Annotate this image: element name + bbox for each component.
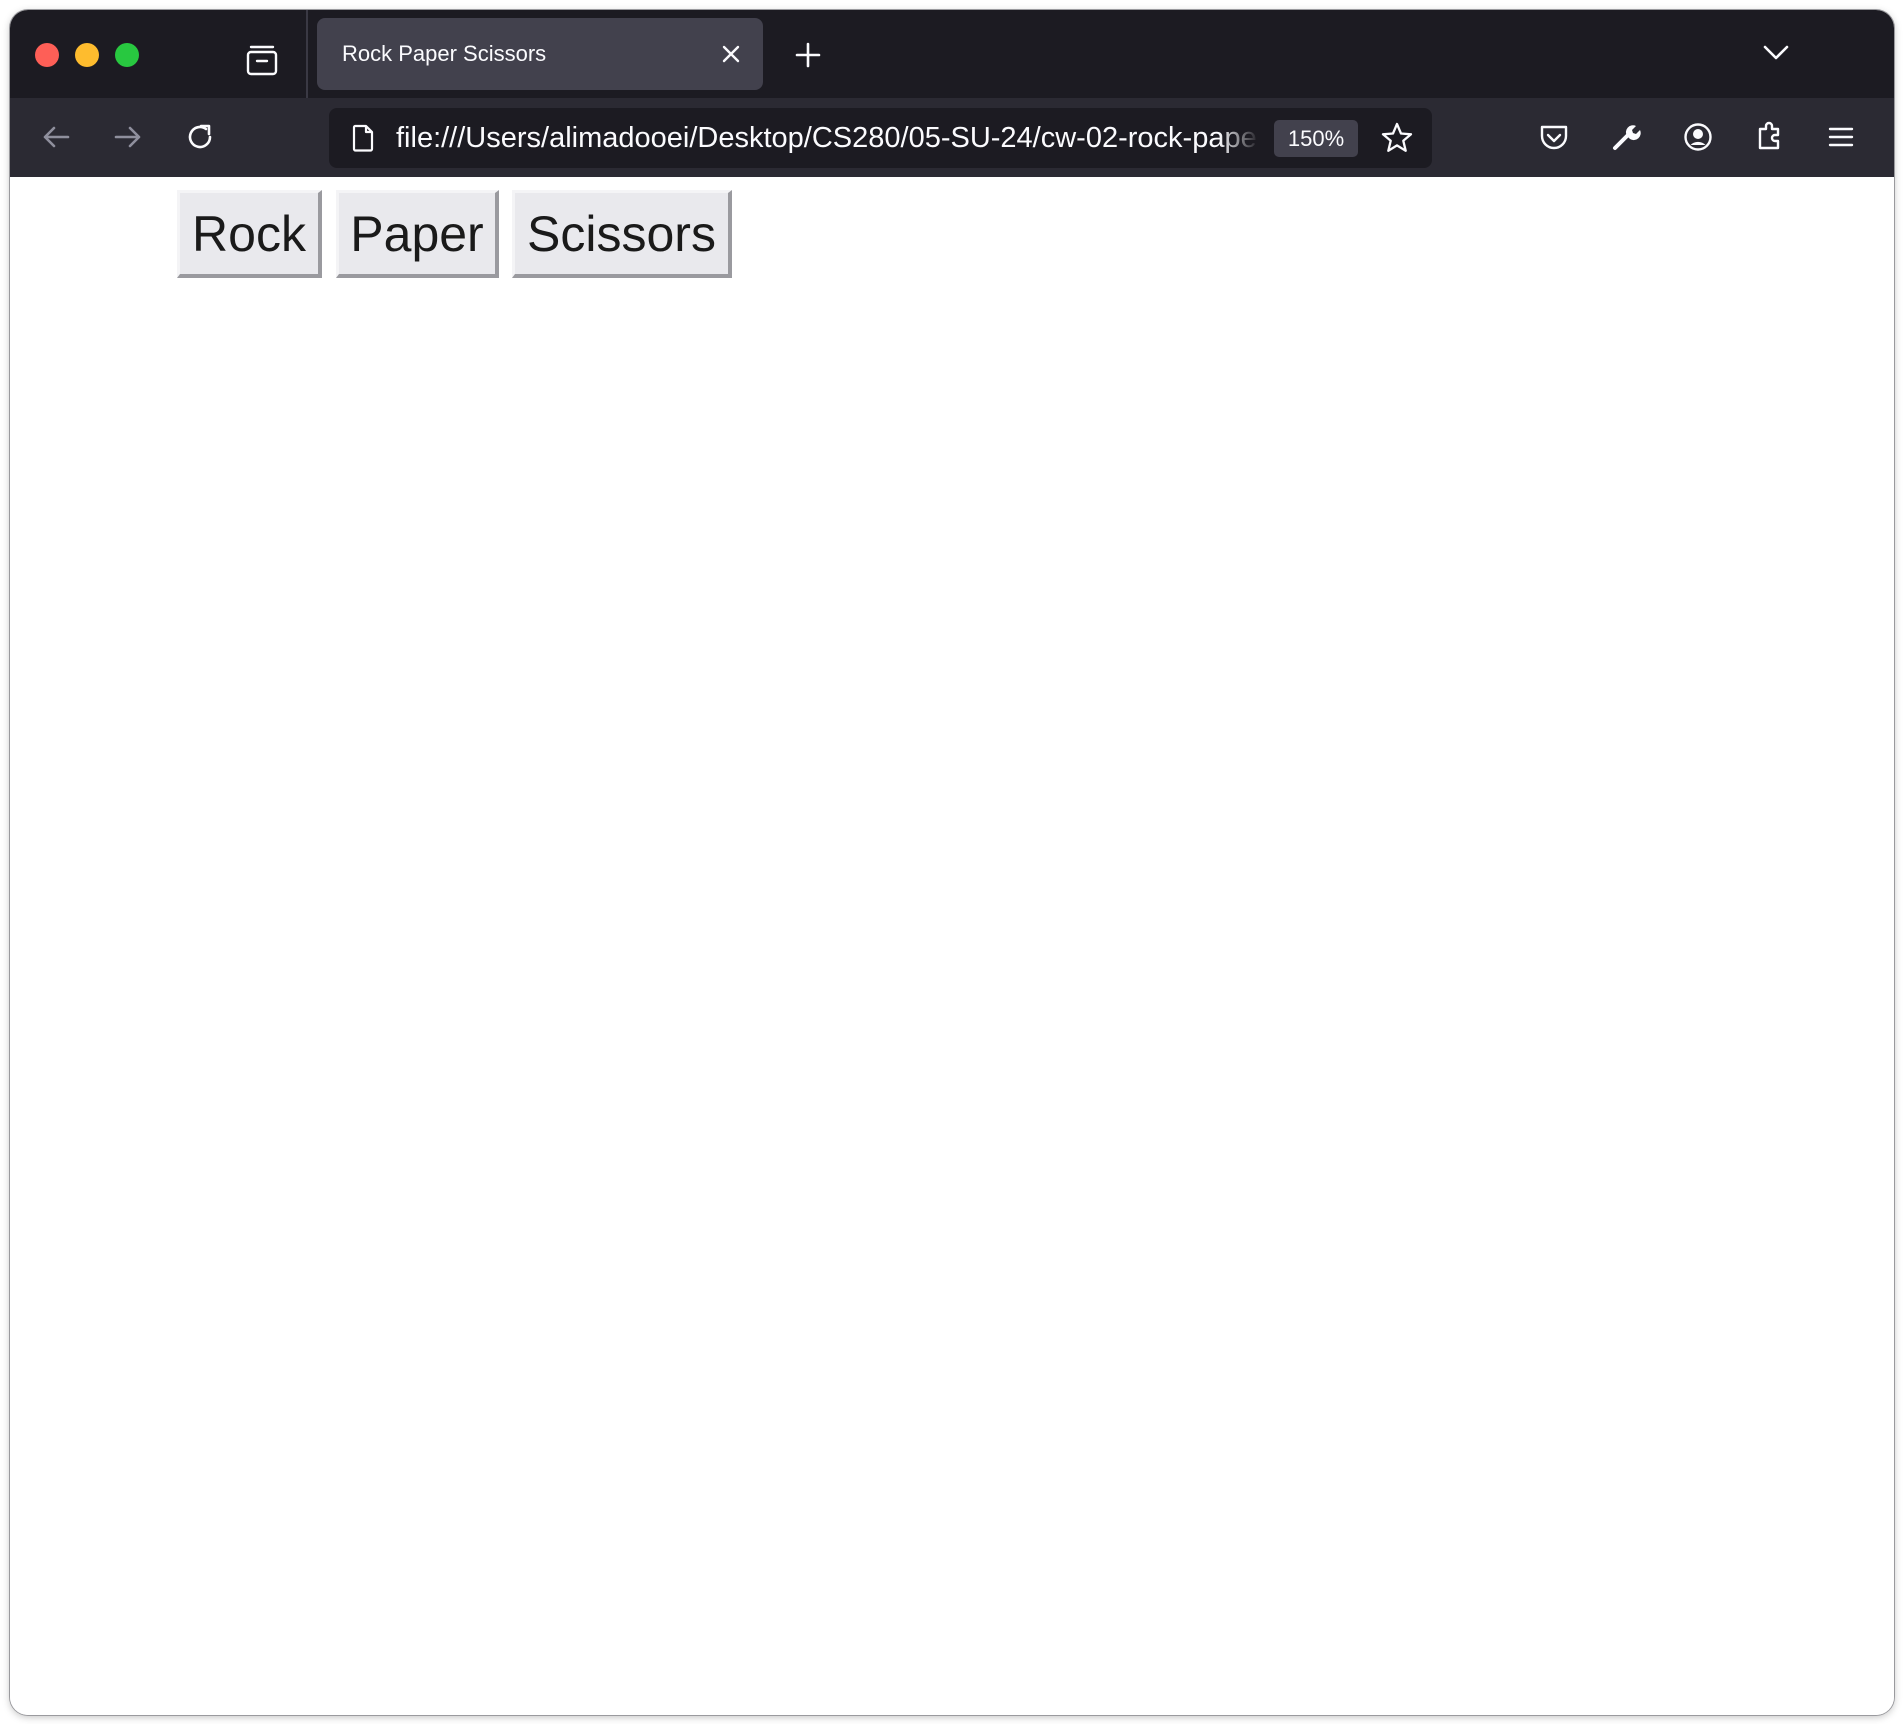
chevron-down-icon[interactable] xyxy=(1756,32,1796,72)
scissors-button[interactable]: Scissors xyxy=(512,190,732,278)
navigation-toolbar: file:///Users/alimadooei/Desktop/CS280/0… xyxy=(10,98,1894,177)
tab-rock-paper-scissors[interactable]: Rock Paper Scissors xyxy=(317,18,763,90)
url-bar[interactable]: file:///Users/alimadooei/Desktop/CS280/0… xyxy=(329,108,1432,168)
paper-button[interactable]: Paper xyxy=(336,190,499,278)
pocket-icon[interactable] xyxy=(1534,117,1574,157)
wrench-icon[interactable] xyxy=(1606,117,1646,157)
tab-title: Rock Paper Scissors xyxy=(342,41,547,66)
puzzle-icon[interactable] xyxy=(1750,117,1790,157)
star-icon[interactable] xyxy=(1378,119,1416,157)
rock-button[interactable]: Rock xyxy=(177,190,322,278)
url-text[interactable]: file:///Users/alimadooei/Desktop/CS280/0… xyxy=(396,108,1256,168)
reload-icon[interactable] xyxy=(180,117,220,157)
browser-window: Rock Paper Scissors file:///Users/alimad… xyxy=(10,10,1894,1715)
plus-icon[interactable] xyxy=(788,35,828,75)
page-icon xyxy=(347,122,379,154)
arrow-left-icon[interactable] xyxy=(36,117,76,157)
zoom-level-badge[interactable]: 150% xyxy=(1274,120,1358,157)
tab-strip: Rock Paper Scissors xyxy=(10,10,1894,98)
tabs-list-icon[interactable] xyxy=(242,40,282,80)
zoom-window-button[interactable] xyxy=(115,43,139,67)
close-window-button[interactable] xyxy=(35,43,59,67)
url-fade xyxy=(1219,112,1259,164)
hamburger-icon[interactable] xyxy=(1821,117,1861,157)
close-icon[interactable] xyxy=(713,36,749,72)
minimize-window-button[interactable] xyxy=(75,43,99,67)
page-content: Rock Paper Scissors xyxy=(10,177,1894,1715)
tab-strip-divider xyxy=(306,10,308,98)
account-icon[interactable] xyxy=(1678,117,1718,157)
arrow-right-icon[interactable] xyxy=(108,117,148,157)
